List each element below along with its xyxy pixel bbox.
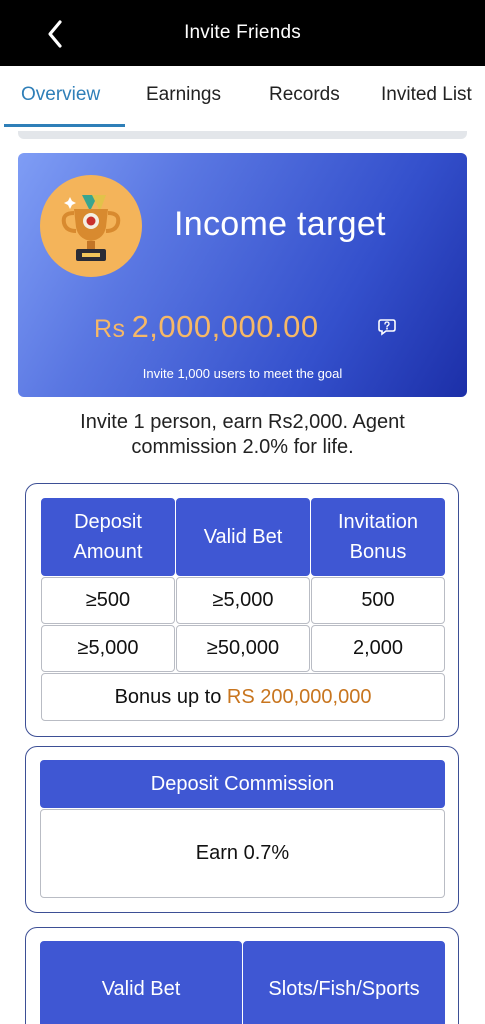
currency-label: Rs (94, 315, 126, 343)
tab-invited-list[interactable]: Invited List (381, 84, 472, 106)
deposit-commission-card: Deposit Commission Earn 0.7% (25, 746, 459, 913)
amount-value: 2,000,000.00 (131, 309, 319, 344)
header-deposit-amount: Deposit Amount (41, 498, 175, 576)
table-cell: ≥5,000 (176, 577, 310, 624)
tab-overview[interactable]: Overview (21, 84, 100, 106)
page-title: Invite Friends (184, 22, 301, 43)
bonus-max-row: Bonus up to RS 200,000,000 (41, 673, 445, 721)
table-cell: ≥500 (41, 577, 175, 624)
bet-commission-card: Valid Bet Slots/Fish/Sports (25, 927, 459, 1024)
deposit-commission-value: Earn 0.7% (40, 809, 445, 898)
active-tab-indicator (4, 124, 125, 127)
banner-subtitle: Invite 1,000 users to meet the goal (142, 366, 343, 381)
help-chat-icon[interactable] (377, 317, 397, 337)
tab-records[interactable]: Records (269, 84, 340, 106)
table-cell: 2,000 (311, 625, 445, 672)
divider (18, 131, 467, 139)
table-cell: ≥5,000 (41, 625, 175, 672)
trophy-icon (40, 175, 142, 277)
header-invitation-bonus: Invitation Bonus (311, 498, 445, 576)
header-valid-bet: Valid Bet (40, 941, 242, 1024)
header-valid-bet: Valid Bet (176, 498, 310, 576)
bonus-max-label: Bonus up to (114, 685, 222, 708)
top-bar: Invite Friends (0, 0, 485, 66)
target-amount: Rs 2,000,000.00 (94, 309, 319, 345)
deposit-commission-header: Deposit Commission (40, 760, 445, 808)
invite-description: Invite 1 person, earn Rs2,000. Agent com… (80, 411, 405, 458)
income-target-banner: Income target Rs 2,000,000.00 Invite 1,00… (18, 153, 467, 397)
table-cell: 500 (311, 577, 445, 624)
banner-title: Income target (174, 205, 386, 243)
tab-bar: Overview Earnings Records Invited List (0, 66, 485, 128)
bonus-max-value: RS 200,000,000 (226, 685, 372, 708)
invitation-bonus-card: Deposit Amount Valid Bet Invitation Bonu… (25, 483, 459, 737)
tab-earnings[interactable]: Earnings (146, 84, 221, 106)
header-slots-fish-sports: Slots/Fish/Sports (243, 941, 445, 1024)
table-cell: ≥50,000 (176, 625, 310, 672)
